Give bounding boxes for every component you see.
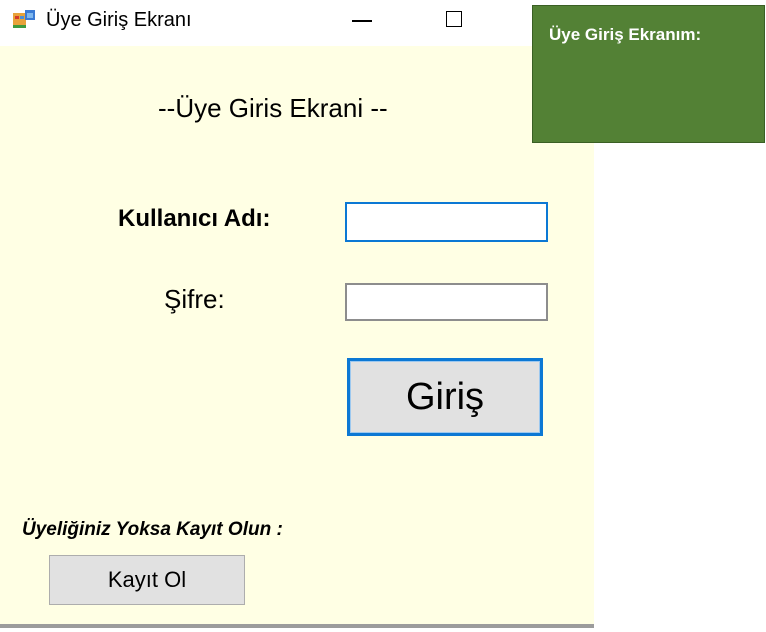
register-button[interactable]: Kayıt Ol bbox=[49, 555, 245, 605]
window-title: Üye Giriş Ekranı bbox=[46, 9, 192, 31]
password-label: Şifre: bbox=[164, 284, 225, 314]
register-prompt: Üyeliğiniz Yoksa Kayıt Olun : bbox=[22, 519, 283, 540]
login-window: Üye Giriş Ekranı --Üye Giris Ekrani -- K… bbox=[0, 0, 594, 628]
caption-box: Üye Giriş Ekranım: bbox=[532, 5, 765, 143]
caption-text: Üye Giriş Ekranım: bbox=[549, 25, 702, 44]
password-input[interactable] bbox=[345, 283, 548, 321]
windows-form-icon bbox=[12, 7, 36, 31]
login-button[interactable]: Giriş bbox=[347, 358, 543, 436]
username-input[interactable] bbox=[345, 202, 548, 242]
form-header: --Üye Giris Ekrani -- bbox=[158, 93, 388, 123]
maximize-button[interactable] bbox=[430, 2, 482, 42]
window-titlebar[interactable]: Üye Giriş Ekranı bbox=[0, 0, 594, 46]
username-label: Kullanıcı Adı: bbox=[118, 205, 271, 232]
minimize-button[interactable] bbox=[334, 2, 386, 42]
login-button-label: Giriş bbox=[405, 375, 485, 418]
screenshot-page: Üye Giriş Ekranı --Üye Giris Ekrani -- K… bbox=[0, 0, 766, 632]
